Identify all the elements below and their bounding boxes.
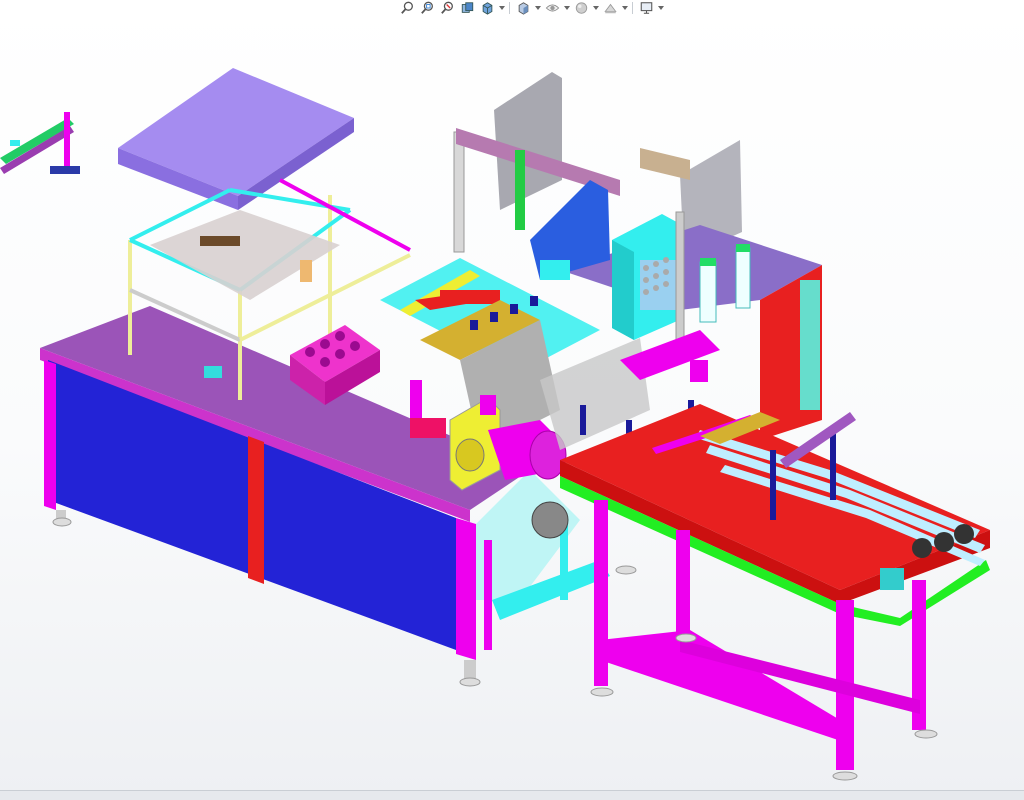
edit-appearance-button[interactable] — [572, 1, 590, 16]
section-view-icon — [461, 2, 473, 13]
rear-cyan-leg — [800, 280, 820, 410]
display-style-icon — [518, 2, 528, 15]
chevron-down-icon — [534, 6, 541, 10]
floating-top-plate — [118, 68, 354, 210]
main-cabinet — [40, 306, 530, 687]
graphics-area-model-view[interactable] — [0, 16, 1024, 790]
zoom-to-area-icon — [420, 1, 433, 14]
zoom-to-fit-button[interactable] — [398, 1, 416, 16]
apply-scene-button[interactable] — [601, 1, 619, 16]
apply-scene-dropdown[interactable] — [621, 1, 628, 16]
heads-up-view-toolbar — [398, 0, 664, 16]
red-cylinder-bracket — [410, 418, 446, 438]
toolbar-separator — [509, 2, 510, 14]
status-bar — [0, 790, 1024, 800]
view-orientation-button[interactable] — [478, 1, 496, 16]
zoom-to-fit-icon — [400, 1, 413, 14]
view-orientation-icon — [482, 2, 492, 15]
cabinet-top-bracket — [204, 366, 222, 378]
section-view-button[interactable] — [458, 1, 476, 16]
display-style-button[interactable] — [514, 1, 532, 16]
chevron-down-icon — [621, 6, 628, 10]
chevron-down-icon — [498, 6, 505, 10]
chevron-down-icon — [563, 6, 570, 10]
yellow-block — [300, 260, 312, 282]
zoom-to-area-button[interactable] — [418, 1, 436, 16]
left-conveyor-fragment — [0, 112, 80, 174]
chevron-down-icon — [592, 6, 599, 10]
monitor-icon — [640, 2, 652, 14]
hide-show-items-button[interactable] — [543, 1, 561, 16]
hide-show-items-dropdown[interactable] — [563, 1, 570, 16]
edit-appearance-icon — [575, 2, 587, 14]
chevron-down-icon — [657, 6, 664, 10]
forming-plate — [150, 210, 340, 300]
view-orientation-dropdown[interactable] — [498, 1, 505, 16]
previous-view-button[interactable] — [438, 1, 456, 16]
hide-show-items-icon — [545, 4, 559, 12]
view-settings-dropdown[interactable] — [657, 1, 664, 16]
edit-appearance-dropdown[interactable] — [592, 1, 599, 16]
cad-window — [0, 0, 1024, 800]
view-settings-button[interactable] — [637, 1, 655, 16]
apply-scene-icon — [603, 3, 617, 14]
display-style-dropdown[interactable] — [534, 1, 541, 16]
previous-view-icon — [440, 1, 453, 14]
control-panel-box — [612, 211, 685, 353]
brown-clamp — [200, 236, 240, 246]
toolbar-separator — [632, 2, 633, 14]
